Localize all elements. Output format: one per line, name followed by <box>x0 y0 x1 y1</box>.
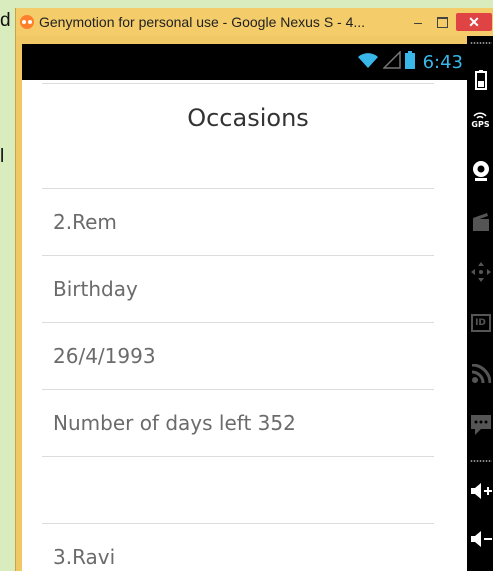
divider <box>42 322 434 323</box>
signal-icon <box>381 50 401 73</box>
toolbar-separator <box>470 42 492 44</box>
camera-icon[interactable] <box>467 160 493 182</box>
rss-icon[interactable] <box>467 364 493 384</box>
maximize-button[interactable] <box>432 12 452 32</box>
volume-down-icon[interactable] <box>467 530 493 548</box>
window-title: Genymotion for personal use - Google Nex… <box>39 14 366 30</box>
toolbar-separator <box>470 460 492 462</box>
dpad-icon[interactable] <box>467 262 493 282</box>
window-titlebar[interactable]: Genymotion for personal use - Google Nex… <box>16 8 493 36</box>
emulator-window: Genymotion for personal use - Google Nex… <box>15 8 493 571</box>
battery-icon[interactable] <box>467 70 493 90</box>
divider <box>42 255 434 256</box>
list-item[interactable]: 3.Ravi <box>53 545 115 569</box>
sms-icon[interactable] <box>467 414 493 436</box>
list-item[interactable]: 2.Rem <box>53 210 117 234</box>
genymotion-app-icon <box>20 15 34 29</box>
volume-up-icon[interactable] <box>467 482 493 500</box>
divider <box>42 456 434 457</box>
gps-label: GPS <box>471 120 490 129</box>
list-item[interactable]: Birthday <box>53 277 138 301</box>
maximize-icon <box>436 16 448 28</box>
minimize-button[interactable]: – <box>408 12 428 32</box>
gps-icon[interactable]: GPS <box>467 110 493 129</box>
background-text-fragment: d <box>0 10 11 31</box>
device-screen[interactable]: 6:43 Occasions 2.Rem Birthday 26/4/1993 … <box>22 44 467 571</box>
background-text-fragment: l <box>0 146 5 167</box>
id-icon[interactable]: ID <box>467 314 493 332</box>
capture-icon[interactable] <box>467 212 493 232</box>
genymotion-toolbar: GPS ID <box>467 36 493 571</box>
android-status-bar: 6:43 <box>22 44 467 80</box>
close-button[interactable]: ✕ <box>456 13 492 31</box>
divider <box>42 188 434 189</box>
divider <box>42 523 434 524</box>
page-title: Occasions <box>187 104 309 132</box>
occasions-header: Occasions <box>42 80 434 152</box>
battery-icon <box>404 51 415 73</box>
status-clock: 6:43 <box>422 51 463 73</box>
divider <box>42 389 434 390</box>
id-label: ID <box>470 314 491 332</box>
list-item[interactable]: Number of days left 352 <box>53 411 296 435</box>
list-item[interactable]: 26/4/1993 <box>53 344 156 368</box>
wifi-icon <box>357 51 379 73</box>
